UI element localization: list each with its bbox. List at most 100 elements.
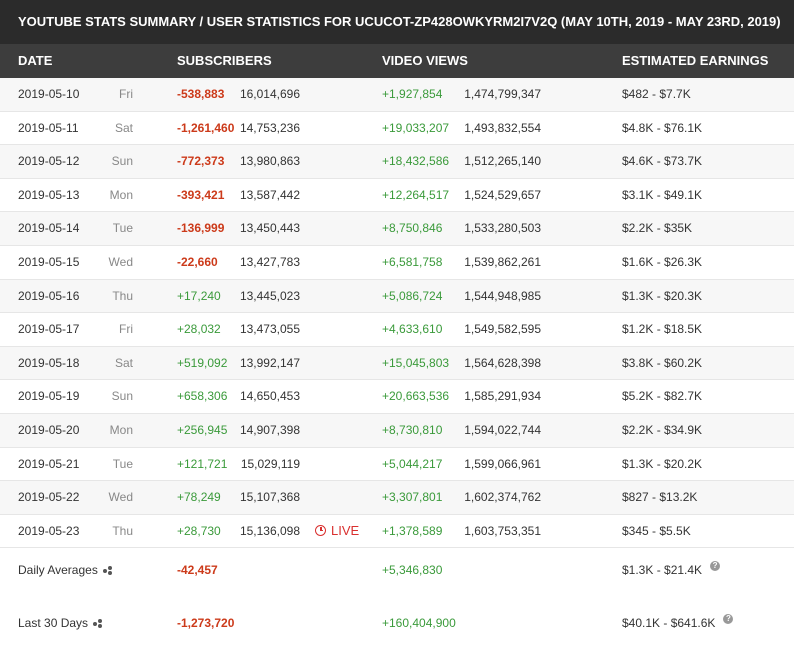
row-subscriber-total: 13,587,442 — [239, 187, 300, 202]
row-weekday: Fri — [119, 322, 133, 337]
row-view-total: 1,594,022,744 — [464, 422, 541, 437]
row-estimated-earnings: $2.2K - $35K — [622, 221, 693, 236]
row-view-total: 1,474,799,347 — [464, 87, 541, 101]
daily-averages-label-wrap[interactable]: Daily Averages — [18, 548, 112, 592]
table-row: 2019-05-22 Wed +78,249 15,107,368 +3,307,801… — [0, 481, 794, 515]
row-estimated-earnings: $1.6K - $26.3K — [622, 254, 703, 269]
row-estimated-earnings: $1.2K - $18.5K — [622, 322, 703, 337]
help-icon[interactable]: ? — [723, 614, 734, 625]
row-estimated-earnings: $1.3K - $20.2K — [622, 456, 703, 471]
column-header-earnings: ESTIMATED EARNINGS — [622, 53, 769, 68]
last-30-days-subscribers: -1,273,720 — [177, 616, 235, 631]
table-row: 2019-05-23 Thu +28,730 15,136,098 LIVE +1,378… — [0, 514, 794, 549]
row-subscriber-total: 14,907,398 — [239, 422, 300, 437]
table-row: 2019-05-16 Thu +17,240 13,445,023 +5,086,724… — [0, 279, 794, 314]
row-weekday: Sat — [114, 355, 133, 370]
table-row: 2019-05-21 Tue +121,721 15,029,119 +5,044,21… — [0, 447, 794, 482]
row-subscriber-total: 16,014,696 — [239, 87, 300, 101]
row-estimated-earnings: $3.1K - $49.1K — [622, 187, 703, 202]
column-header-date: DATE — [18, 53, 53, 68]
row-estimated-earnings: $1.3K - $20.3K — [622, 288, 703, 303]
row-view-change: +3,307,801 — [382, 490, 443, 505]
row-view-total: 1,539,862,261 — [464, 254, 541, 269]
table-row: 2019-05-19 Sun +658,306 14,650,453 +20,663,5… — [0, 380, 794, 414]
share-icon[interactable] — [102, 566, 112, 576]
row-subscriber-total: 13,445,023 — [239, 288, 300, 303]
last-30-days-label-wrap[interactable]: Last 30 Days — [18, 596, 103, 650]
row-view-total: 1,544,948,985 — [464, 288, 541, 303]
daily-averages-subscribers: -42,457 — [177, 563, 218, 578]
row-estimated-earnings: $2.2K - $34.9K — [622, 422, 703, 437]
table-row: 2019-05-15 Wed -22,660 13,427,783 +6,581,758… — [0, 245, 794, 280]
row-estimated-earnings: $482 - $7.7K — [622, 87, 691, 101]
row-date: 2019-05-17 — [18, 322, 80, 337]
row-weekday: Wed — [108, 254, 133, 269]
row-view-total: 1,524,529,657 — [464, 187, 541, 202]
table-row: 2019-05-18 Sat +519,092 13,992,147 +15,045,8… — [0, 346, 794, 381]
row-weekday: Mon — [109, 422, 133, 437]
row-view-change: +5,086,724 — [382, 288, 443, 303]
row-subscriber-total: 13,992,147 — [239, 355, 300, 370]
row-date: 2019-05-10 — [18, 87, 80, 101]
row-weekday: Thu — [112, 288, 133, 303]
table-header: DATE SUBSCRIBERS VIDEO VIEWS ESTIMATED E… — [0, 44, 794, 78]
daily-averages-label: Daily Averages — [18, 563, 98, 578]
row-subscriber-total: 13,473,055 — [239, 322, 300, 337]
row-view-total: 1,512,265,140 — [464, 154, 541, 169]
row-view-change: +1,378,589 — [382, 523, 443, 538]
row-weekday: Sun — [111, 389, 133, 404]
row-view-total: 1,493,832,554 — [464, 120, 541, 135]
column-header-subscribers: SUBSCRIBERS — [177, 53, 272, 68]
row-subscriber-total: 13,450,443 — [239, 221, 300, 236]
last-30-days-earnings: $40.1K - $641.6K — [622, 616, 716, 631]
row-date: 2019-05-13 — [18, 187, 80, 202]
row-subscriber-total: 13,980,863 — [239, 154, 300, 169]
row-view-total: 1,549,582,595 — [464, 322, 541, 337]
live-indicator: LIVE — [315, 515, 359, 547]
row-view-total: 1,599,066,961 — [464, 456, 541, 471]
row-subscriber-total: 14,753,236 — [239, 120, 300, 135]
help-icon[interactable]: ? — [710, 561, 721, 572]
row-weekday: Wed — [108, 490, 133, 505]
column-header-views: VIDEO VIEWS — [382, 53, 468, 68]
row-weekday: Fri — [119, 87, 133, 101]
row-date: 2019-05-18 — [18, 355, 80, 370]
table-row: 2019-05-10 Fri -538,883 16,014,696 +1,927,85… — [0, 78, 794, 112]
row-weekday: Mon — [109, 187, 133, 202]
row-date: 2019-05-12 — [18, 154, 80, 169]
last-30-days-views: +160,404,900 — [382, 616, 456, 631]
live-label: LIVE — [331, 522, 360, 538]
share-icon[interactable] — [93, 619, 103, 629]
row-date: 2019-05-23 — [18, 523, 80, 538]
table-row: 2019-05-17 Fri +28,032 13,473,055 +4,633,610… — [0, 313, 794, 347]
table-row: 2019-05-20 Mon +256,945 14,907,398 +8,730,81… — [0, 413, 794, 448]
row-date: 2019-05-11 — [18, 120, 79, 135]
row-view-change: +6,581,758 — [382, 254, 443, 269]
stats-table-body: 2019-05-10 Fri -538,883 16,014,696 +1,927,85… — [0, 78, 794, 549]
row-weekday: Thu — [112, 523, 133, 538]
last-30-days-earnings-wrap: $40.1K - $641.6K? — [622, 596, 734, 650]
row-date: 2019-05-16 — [18, 288, 80, 303]
row-date: 2019-05-14 — [18, 221, 80, 236]
row-date: 2019-05-15 — [18, 254, 80, 269]
row-date: 2019-05-22 — [18, 490, 80, 505]
row-view-total: 1,585,291,934 — [464, 389, 541, 404]
row-estimated-earnings: $3.8K - $60.2K — [622, 355, 703, 370]
row-weekday: Sat — [114, 120, 133, 135]
row-weekday: Tue — [112, 221, 133, 236]
daily-averages-row: Daily Averages -42,457 +5,346,830 $1.3K … — [0, 548, 794, 597]
row-subscriber-total: 15,107,368 — [239, 490, 300, 505]
page-title: YOUTUBE STATS SUMMARY / USER STATISTICS … — [0, 0, 794, 44]
row-subscriber-total: 14,650,453 — [239, 389, 300, 404]
row-estimated-earnings: $4.6K - $73.7K — [622, 154, 703, 169]
row-view-total: 1,602,374,762 — [464, 490, 541, 505]
row-view-change: +5,044,217 — [382, 456, 443, 471]
daily-averages-views: +5,346,830 — [382, 563, 443, 578]
row-subscriber-total: 15,136,098 — [239, 523, 300, 538]
row-estimated-earnings: $4.8K - $76.1K — [622, 120, 703, 135]
daily-averages-earnings: $1.3K - $21.4K — [622, 563, 703, 578]
row-date: 2019-05-21 — [18, 456, 80, 471]
row-weekday: Sun — [111, 154, 133, 169]
row-view-total: 1,533,280,503 — [464, 221, 541, 236]
clock-icon — [315, 524, 326, 536]
